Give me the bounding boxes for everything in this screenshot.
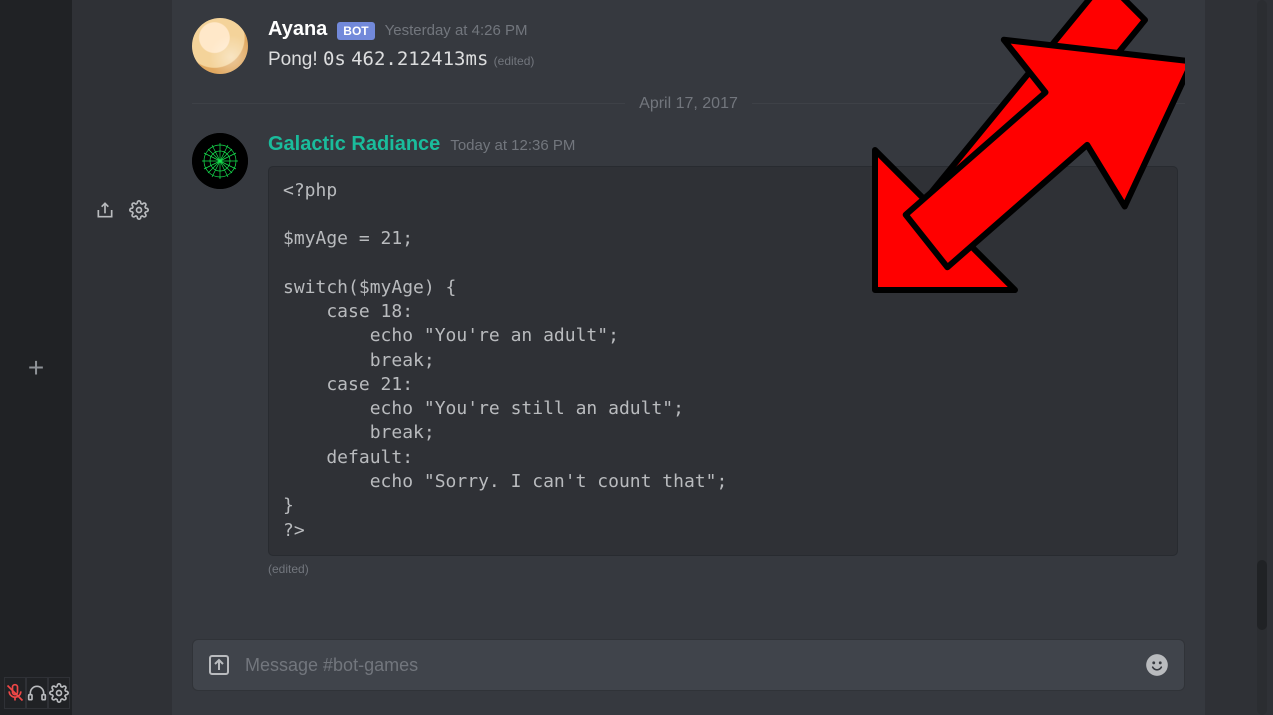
message-input[interactable] xyxy=(245,655,1130,676)
chat-area: Ayana BOT Yesterday at 4:26 PM Pong! 0s … xyxy=(172,0,1205,715)
scrollbar-thumb[interactable] xyxy=(1257,560,1267,630)
gear-icon[interactable] xyxy=(129,200,149,225)
avatar[interactable] xyxy=(192,133,248,189)
channel-sidebar xyxy=(72,0,172,715)
edited-marker: (edited) xyxy=(494,54,535,68)
add-server-button[interactable]: + xyxy=(21,355,51,385)
message-content: Pong! 0s 462.212413ms (edited) xyxy=(268,45,1185,75)
message: Ayana BOT Yesterday at 4:26 PM Pong! 0s … xyxy=(192,8,1185,91)
message: Galactic Radiance Today at 12:36 PM <?ph… xyxy=(192,123,1185,592)
share-icon[interactable] xyxy=(95,200,115,225)
username[interactable]: Ayana xyxy=(268,18,327,41)
message-input-bar xyxy=(192,639,1185,691)
latency-seconds: 0s xyxy=(323,48,346,70)
message-list[interactable]: Ayana BOT Yesterday at 4:26 PM Pong! 0s … xyxy=(172,0,1205,639)
date-divider-label: April 17, 2017 xyxy=(625,95,752,113)
upload-icon[interactable] xyxy=(207,653,231,677)
edited-marker: (edited) xyxy=(268,562,1185,576)
mute-mic-button[interactable] xyxy=(4,677,26,709)
bot-badge: BOT xyxy=(337,22,374,40)
voice-controls xyxy=(0,671,72,715)
deafen-button[interactable] xyxy=(26,677,48,709)
avatar[interactable] xyxy=(192,18,248,74)
date-divider: April 17, 2017 xyxy=(192,95,1185,113)
text: Pong! xyxy=(268,49,318,70)
timestamp: Yesterday at 4:26 PM xyxy=(385,22,528,39)
latency-ms: 462.212413ms xyxy=(351,48,488,70)
username[interactable]: Galactic Radiance xyxy=(268,133,440,156)
server-list: + xyxy=(0,0,72,715)
emoji-picker-icon[interactable] xyxy=(1144,652,1170,678)
user-settings-button[interactable] xyxy=(48,677,70,709)
member-list-collapsed xyxy=(1205,0,1273,715)
timestamp: Today at 12:36 PM xyxy=(450,137,575,154)
code-block[interactable]: <?php $myAge = 21; switch($myAge) { case… xyxy=(268,166,1178,556)
